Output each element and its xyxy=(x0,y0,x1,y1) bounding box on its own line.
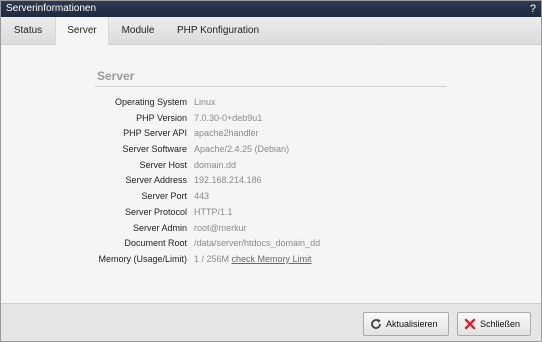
tab-bar: Status Server Module PHP Konfiguration xyxy=(1,17,541,45)
info-label: Operating System xyxy=(114,97,187,107)
tab-status[interactable]: Status xyxy=(1,17,55,45)
info-row-operating-system: Operating System Linux xyxy=(1,95,541,111)
info-row-document-root: Document Root /data/server/htdocs_domain… xyxy=(1,236,541,252)
info-label: PHP Version xyxy=(136,112,187,123)
tab-server[interactable]: Server xyxy=(55,17,109,45)
section-title: Server xyxy=(97,69,135,83)
info-value: /data/server/htdocs_domain_dd xyxy=(194,238,321,249)
info-value: apache2handler xyxy=(194,128,259,139)
info-value: Linux xyxy=(194,97,216,107)
close-icon xyxy=(464,318,476,330)
info-row-server-protocol: Server Protocol HTTP/1.1 xyxy=(1,205,541,221)
info-value: 443 xyxy=(194,191,210,202)
info-value: root@merkur xyxy=(194,222,247,233)
info-row-server-admin: Server Admin root@merkur xyxy=(1,221,541,237)
info-value: Apache/2.4.25 (Debian) xyxy=(194,144,290,155)
info-label: Server Port xyxy=(141,191,187,202)
info-label: Memory (Usage/Limit) xyxy=(98,253,187,264)
close-button[interactable]: Schließen xyxy=(457,312,531,336)
server-info-dialog: Serverinformationen ? Status Server Modu… xyxy=(0,0,542,342)
info-label: Server Software xyxy=(122,144,187,155)
info-label: Server Admin xyxy=(132,222,187,233)
info-row-server-port: Server Port 443 xyxy=(1,189,541,205)
close-button-label: Schließen xyxy=(480,319,521,329)
info-row-php-server-api: PHP Server API apache2handler xyxy=(1,126,541,142)
check-memory-limit-link[interactable]: check Memory Limit xyxy=(232,254,312,264)
info-label: Document Root xyxy=(124,238,187,249)
tab-content-server: Server Operating System Linux PHP Versio… xyxy=(1,45,541,303)
info-label: Server Host xyxy=(139,159,187,170)
info-value-memory: 1 / 256M check Memory Limit xyxy=(194,252,312,268)
refresh-icon xyxy=(370,318,382,330)
info-value: 192.168.214.186 xyxy=(194,175,262,186)
info-value: 7.0.30-0+deb9u1 xyxy=(194,112,263,123)
section-divider xyxy=(95,86,446,87)
info-value: domain.dd xyxy=(194,159,237,170)
info-label: Server Protocol xyxy=(124,206,187,217)
dialog-footer: Aktualisieren Schließen xyxy=(1,303,541,341)
help-button[interactable]: ? xyxy=(530,1,536,17)
refresh-button[interactable]: Aktualisieren xyxy=(363,312,449,336)
info-row-memory: Memory (Usage/Limit) 1 / 256M check Memo… xyxy=(1,252,541,268)
info-row-php-version: PHP Version 7.0.30-0+deb9u1 xyxy=(1,111,541,127)
window-title: Serverinformationen xyxy=(6,3,97,14)
info-label: Server Address xyxy=(125,175,187,186)
info-label: PHP Server API xyxy=(123,128,187,139)
window-titlebar[interactable]: Serverinformationen ? xyxy=(1,1,541,17)
info-row-server-host: Server Host domain.dd xyxy=(1,158,541,174)
refresh-button-label: Aktualisieren xyxy=(386,319,438,329)
info-row-server-address: Server Address 192.168.214.186 xyxy=(1,173,541,189)
memory-usage-value: 1 / 256M xyxy=(194,253,230,264)
info-row-server-software: Server Software Apache/2.4.25 (Debian) xyxy=(1,142,541,158)
tab-php-konfiguration[interactable]: PHP Konfiguration xyxy=(167,17,269,45)
server-info-list: Operating System Linux PHP Version 7.0.3… xyxy=(1,95,541,268)
tab-module[interactable]: Module xyxy=(109,17,167,45)
info-value: HTTP/1.1 xyxy=(194,206,233,217)
